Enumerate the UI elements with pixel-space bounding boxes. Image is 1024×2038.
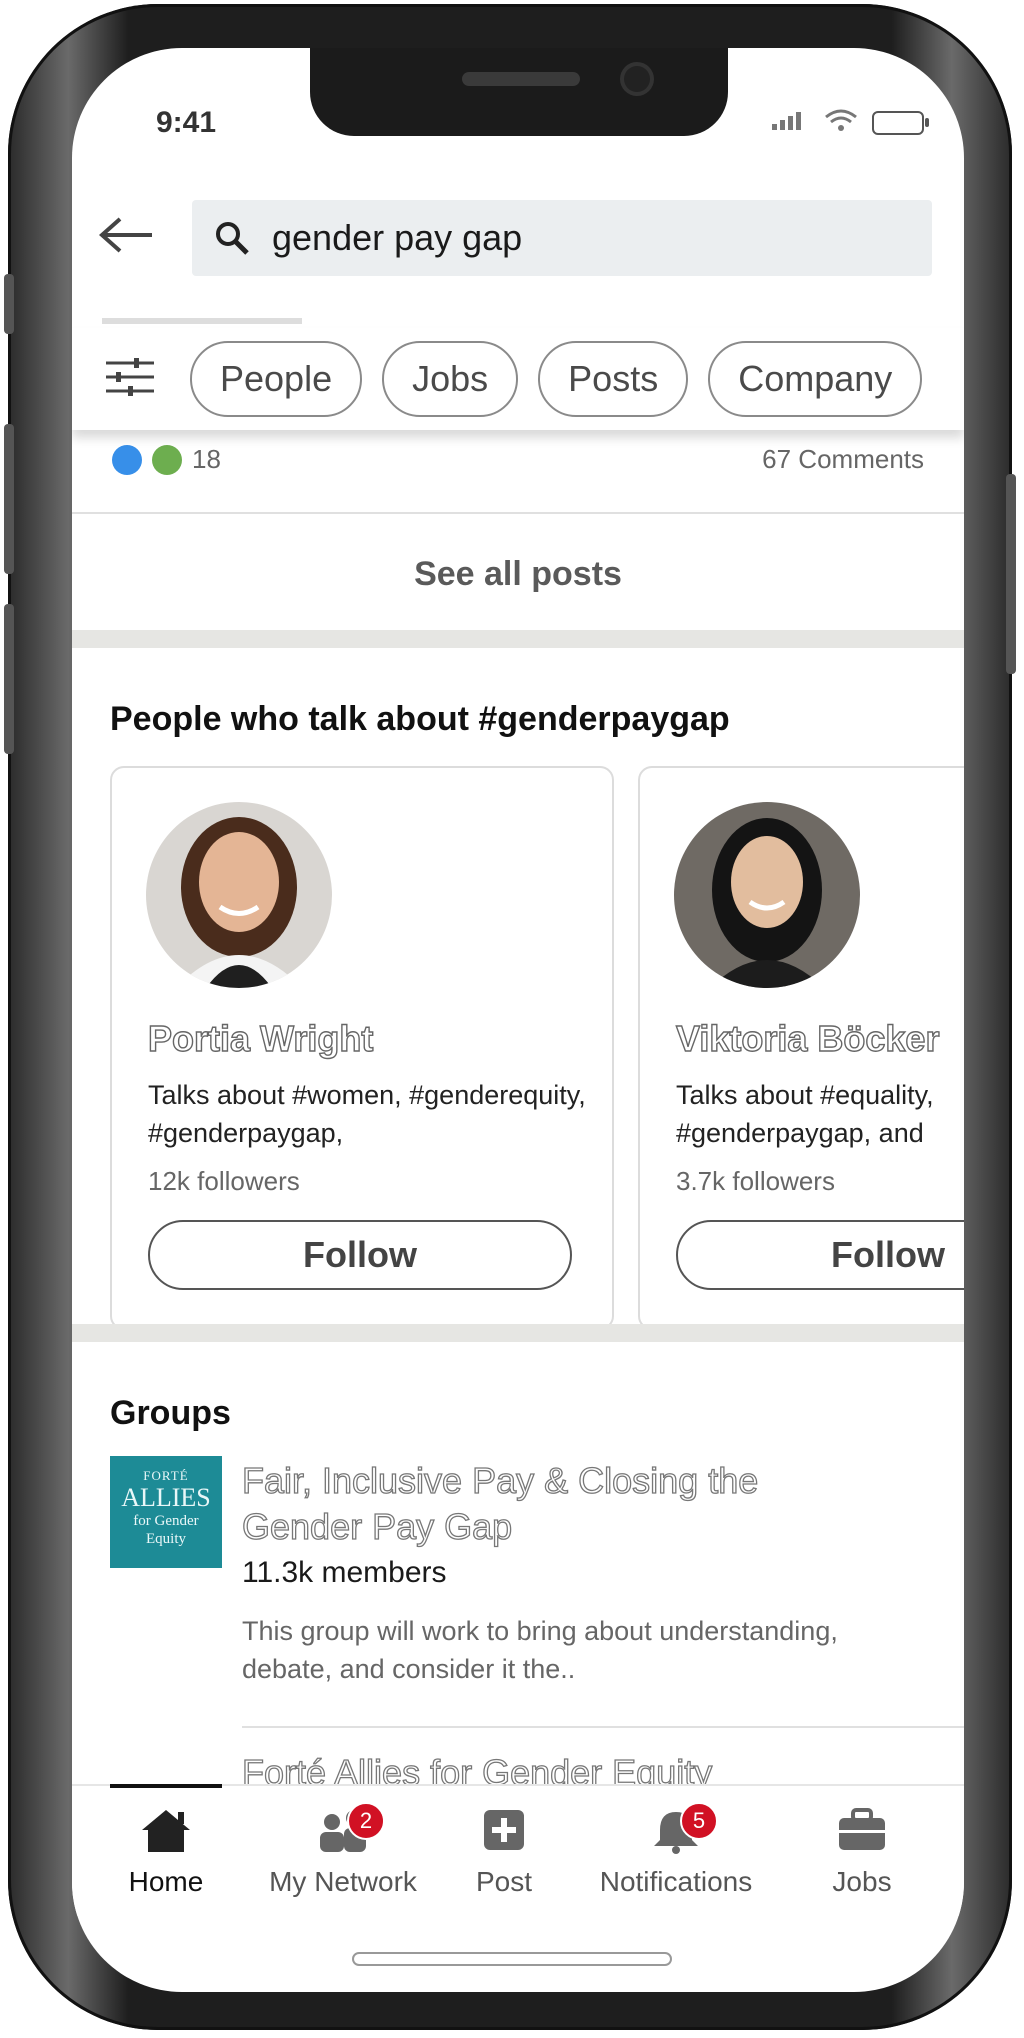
filter-chip-company[interactable]: Company [708, 341, 923, 417]
follow-button[interactable]: Follow [148, 1220, 572, 1290]
wifi-icon [824, 108, 858, 138]
divider [242, 1726, 964, 1728]
avatar[interactable] [146, 802, 332, 988]
notifications-badge: 5 [680, 1802, 718, 1840]
power-button [1006, 474, 1016, 674]
briefcase-icon [832, 1808, 892, 1856]
volume-down-button [4, 604, 14, 754]
nav-label: Post [475, 1866, 533, 1897]
person-topics: Talks about #equality, #genderpaygap, an… [676, 1080, 934, 1148]
group-description: This group will work to bring about unde… [242, 1616, 838, 1684]
person-topics: Talks about #women, #genderequity, #gend… [148, 1080, 586, 1148]
celebrate-reaction-icon [152, 444, 182, 475]
filter-chips: People Jobs Posts Company [190, 341, 923, 417]
bell-icon: 5 [646, 1802, 718, 1856]
person-followers: 3.7k followers [676, 1166, 835, 1196]
speaker-grill [462, 72, 580, 86]
nav-home[interactable]: Home [108, 1786, 224, 1916]
filter-chip-posts[interactable]: Posts [538, 341, 689, 417]
search-input[interactable] [270, 216, 894, 260]
nav-notifications[interactable]: 5 Notifications [576, 1786, 776, 1916]
front-camera [624, 66, 650, 92]
person-card[interactable]: Portia Wright Talks about #women, #gende… [110, 766, 614, 1330]
divider [72, 512, 964, 514]
reaction-count[interactable]: 18 [192, 444, 221, 475]
search-icon [216, 222, 249, 255]
comments-count[interactable]: 67 Comments [762, 444, 924, 475]
nav-label: My Network [269, 1866, 417, 1897]
follow-button[interactable]: Follow [676, 1220, 964, 1290]
network-icon: 2 [313, 1802, 385, 1856]
volume-up-button [4, 424, 14, 574]
logo-text: for Gender [133, 1513, 199, 1529]
scrolled-content-peek [102, 318, 302, 324]
avatar[interactable] [674, 802, 860, 988]
group-members: 11.3k members [242, 1556, 447, 1589]
logo-text: Equity [146, 1531, 186, 1547]
person-name[interactable]: Viktoria Böcker [675, 1017, 940, 1060]
mute-switch [4, 274, 14, 334]
nav-jobs[interactable]: Jobs [812, 1786, 912, 1916]
groups-section-title: Groups [110, 1394, 231, 1432]
filter-chip-jobs[interactable]: Jobs [382, 341, 519, 417]
search-header [72, 186, 964, 290]
group-logo[interactable]: FORTÉ ALLIES for Gender Equity [110, 1456, 222, 1568]
status-icons [770, 108, 929, 138]
person-name[interactable]: Portia Wright [147, 1017, 374, 1060]
group-name[interactable]: Fair, Inclusive Pay & Closing the Gender… [241, 1458, 842, 1550]
nav-label: Home [128, 1866, 204, 1897]
phone-frame: 9:41 gender pay gap People Jobs Posts Co… [4, 4, 1016, 2030]
cellular-signal-icon [770, 109, 810, 137]
nav-post[interactable]: Post [454, 1786, 554, 1916]
person-card[interactable]: Viktoria Böcker Talks about #equality, #… [638, 766, 964, 1330]
nav-my-network[interactable]: 2 My Network [258, 1786, 428, 1916]
notch [310, 48, 728, 136]
like-reaction-icon [112, 444, 142, 475]
home-icon [136, 1808, 196, 1856]
nav-label: Notifications [599, 1866, 753, 1897]
logo-text: ALLIES [121, 1483, 211, 1512]
post-social-counts: 18 67 Comments [112, 444, 924, 475]
person-followers: 12k followers [148, 1166, 300, 1196]
logo-text: FORTÉ [143, 1468, 189, 1483]
battery-icon [872, 111, 929, 135]
search-box[interactable] [192, 200, 932, 276]
bottom-nav: Home 2 My Network Post 5 Notifications J… [72, 1784, 964, 1916]
filter-chip-people[interactable]: People [190, 341, 363, 417]
network-badge: 2 [347, 1802, 385, 1840]
home-indicator [352, 1952, 672, 1966]
see-all-posts-button[interactable]: See all posts [72, 518, 964, 630]
section-separator [72, 1324, 964, 1342]
people-section-title: People who talk about #genderpaygap [110, 700, 730, 738]
nav-label: Jobs [832, 1866, 892, 1897]
post-icon [474, 1808, 534, 1856]
status-time: 9:41 [156, 106, 217, 139]
filter-sliders-icon[interactable] [106, 357, 154, 402]
filter-bar: People Jobs Posts Company [72, 328, 964, 430]
screen: 9:41 gender pay gap People Jobs Posts Co… [72, 48, 964, 1992]
section-separator [72, 630, 964, 648]
back-arrow-icon[interactable] [98, 208, 162, 268]
